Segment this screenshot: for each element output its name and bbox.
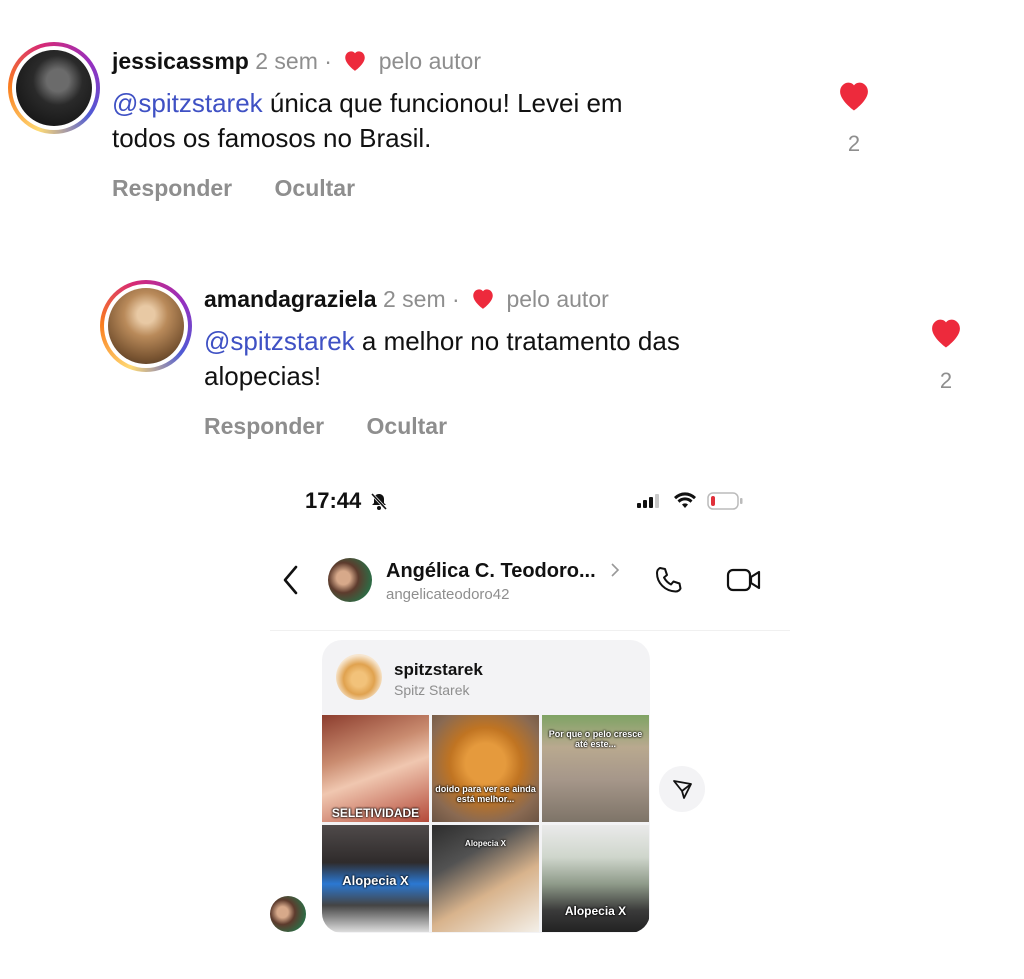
wifi-icon: [673, 491, 697, 514]
like-count: 2: [847, 131, 861, 156]
reply-button[interactable]: Responder: [112, 175, 232, 201]
post-caption: doido para ver se ainda está melhor...: [435, 784, 536, 804]
shared-profile-card[interactable]: spitzstarek Spitz Starek SELETIVIDADE do…: [322, 640, 650, 933]
post-caption: Alopecia X: [564, 904, 627, 918]
comment-time: 2 sem: [255, 48, 318, 74]
shared-profile-header[interactable]: spitzstarek Spitz Starek: [322, 640, 650, 715]
chevron-right-icon[interactable]: [610, 562, 620, 583]
bell-slash-icon: [369, 491, 389, 516]
shared-profile-avatar: [336, 654, 382, 700]
comment-text: única que funcionou! Levei em: [262, 88, 623, 118]
phone-icon[interactable]: [652, 564, 684, 601]
chat-contact-handle: angelicateodoro42: [386, 586, 510, 603]
send-icon: [671, 778, 693, 805]
header-divider: [270, 630, 790, 631]
chat-contact-name[interactable]: Angélica C. Teodoro...: [386, 560, 596, 583]
mention-link[interactable]: @spitzstarek: [112, 88, 263, 118]
shared-profile-name: Spitz Starek: [394, 682, 470, 698]
post-caption: Alopecia X: [342, 873, 409, 888]
post-tile[interactable]: Por que o pelo cresce até este...: [542, 715, 649, 822]
meta-separator: ·: [452, 286, 460, 312]
comment-text-line2: todos os famosos no Brasil.: [112, 123, 432, 153]
post-caption: SELETIVIDADE: [331, 806, 420, 820]
like-heart-icon[interactable]: [834, 78, 874, 117]
comment-text: a melhor no tratamento das: [354, 326, 680, 356]
share-send-button[interactable]: [659, 766, 705, 812]
status-bar: 17:44: [305, 488, 745, 518]
meta-separator: ·: [324, 48, 332, 74]
post-tile[interactable]: Alopecia X: [432, 825, 539, 932]
hide-button[interactable]: Ocultar: [367, 413, 448, 439]
liked-by-author: pelo autor: [378, 48, 482, 74]
post-tile[interactable]: SELETIVIDADE: [322, 715, 429, 822]
post-tile[interactable]: doido para ver se ainda está melhor...: [432, 715, 539, 822]
shared-profile-username: spitzstarek: [394, 660, 483, 679]
sender-avatar[interactable]: [270, 896, 306, 932]
video-icon[interactable]: [726, 564, 762, 601]
comment-text-line2: alopecias!: [204, 361, 322, 391]
status-time: 17:44: [305, 488, 362, 513]
like-heart-icon[interactable]: [926, 315, 966, 354]
avatar-amandagraziela[interactable]: [100, 280, 192, 372]
battery-icon: [707, 492, 743, 515]
comment-username[interactable]: amandagraziela: [204, 286, 377, 312]
chat-avatar[interactable]: [328, 558, 372, 602]
chat-header: Angélica C. Teodoro... angelicateodoro42: [280, 550, 780, 610]
signal-icon: [637, 494, 659, 513]
heart-icon: [342, 48, 368, 78]
post-tile[interactable]: Alopecia X: [542, 825, 649, 932]
back-chevron-icon[interactable]: [280, 564, 302, 601]
like-count: 2: [939, 368, 953, 393]
hide-button[interactable]: Ocultar: [275, 175, 356, 201]
post-caption: Por que o pelo cresce até este...: [548, 729, 643, 749]
comment-time: 2 sem: [382, 286, 446, 312]
post-grid: SELETIVIDADE doido para ver se ainda est…: [322, 715, 650, 933]
mention-link[interactable]: @spitzstarek: [204, 326, 355, 356]
post-caption: Alopecia X: [465, 839, 506, 848]
reply-button[interactable]: Responder: [204, 413, 324, 439]
avatar-jessicassmp[interactable]: [8, 42, 100, 134]
liked-by-author: pelo autor: [506, 286, 609, 312]
heart-icon: [470, 286, 496, 316]
post-tile[interactable]: Alopecia X: [322, 825, 429, 932]
comment-username[interactable]: jessicassmp: [112, 48, 249, 74]
